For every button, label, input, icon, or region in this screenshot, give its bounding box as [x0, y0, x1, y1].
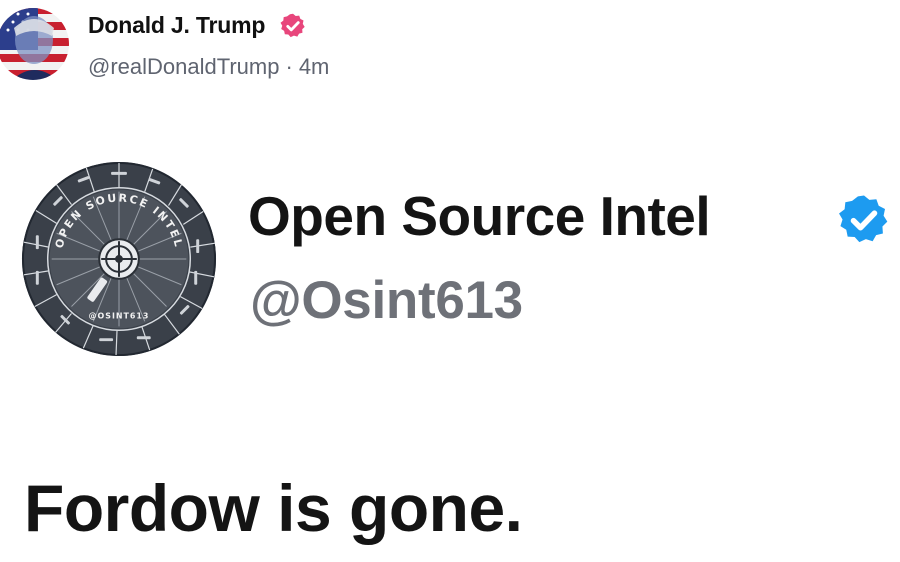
post-text: Fordow is gone.	[24, 471, 523, 545]
logo-center-text: @OSINT613	[89, 311, 150, 320]
embedded-handle: @Osint613	[250, 271, 523, 330]
embedded-post-image[interactable]: OPEN SOURCE INTEL @OSINT613 Open Source …	[0, 150, 900, 370]
author-handle[interactable]: @realDonaldTrump	[88, 54, 279, 79]
post-header: Donald J. Trump @realDonaldTrump · 4m	[0, 0, 900, 90]
flag-portrait-avatar-icon	[0, 8, 69, 80]
meta-separator: ·	[285, 54, 293, 79]
osint-wheel-logo-icon: OPEN SOURCE INTEL @OSINT613	[20, 160, 218, 358]
author-avatar[interactable]	[0, 6, 70, 82]
embedded-display-name: Open Source Intel	[248, 185, 711, 247]
verified-badge-icon	[279, 12, 307, 40]
verified-badge-icon	[836, 192, 892, 248]
post-meta: @realDonaldTrump · 4m	[88, 54, 329, 80]
post-timestamp[interactable]: 4m	[299, 54, 330, 79]
author-name[interactable]: Donald J. Trump	[88, 12, 265, 39]
